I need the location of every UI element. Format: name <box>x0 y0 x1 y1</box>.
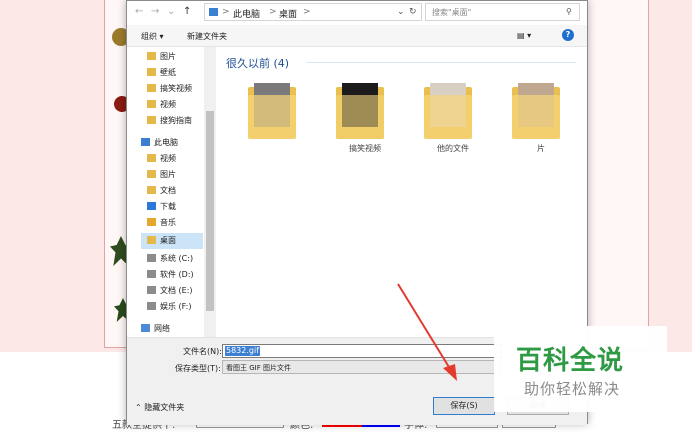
hide-folders-label: 隐藏文件夹 <box>144 403 185 412</box>
drive-icon <box>147 302 156 310</box>
organize-button[interactable]: 组织 ▾ <box>141 31 164 42</box>
search-input[interactable]: 搜索"桌面" ⚲ <box>425 3 580 21</box>
file-list-pane: 很久以前 (4) 搞笑视频 他的文件 片 <box>218 47 587 337</box>
nav-item-desktop[interactable]: 桌面 <box>141 233 203 249</box>
filetype-select[interactable]: 看图王 GIF 图片文件 <box>222 360 502 374</box>
breadcrumb-separator: > <box>303 7 311 17</box>
folder-icon <box>147 100 156 108</box>
group-divider <box>306 62 576 63</box>
network-icon <box>141 324 150 332</box>
folder-icon <box>147 154 156 162</box>
music-icon <box>147 218 156 226</box>
folder-tile[interactable]: 片 <box>512 81 568 161</box>
filetype-label: 保存类型(T): <box>175 364 221 373</box>
nav-item-drive-c[interactable]: 系统 (C:) <box>147 251 193 267</box>
drive-icon <box>147 254 156 262</box>
folder-icon <box>147 116 156 124</box>
nav-item-documents[interactable]: 文档 <box>147 183 176 199</box>
breadcrumb-this-pc[interactable]: 此电脑 <box>233 7 260 20</box>
folder-label: 他的文件 <box>437 144 469 153</box>
watermark-logo: 百科全说 助你轻松解决 <box>494 326 667 412</box>
nav-item-network[interactable]: 网络 <box>141 321 170 337</box>
nav-item-pictures-pc[interactable]: 图片 <box>147 167 176 183</box>
nav-item-wallpaper[interactable]: 壁纸 <box>147 65 176 81</box>
folder-tile[interactable]: 搞笑视频 <box>336 81 392 161</box>
recent-dropdown-icon[interactable]: ⌄ <box>167 6 175 17</box>
save-button[interactable]: 保存(S) <box>433 397 495 415</box>
nav-item-videos[interactable]: 视频 <box>147 97 176 113</box>
filetype-value: 看图王 GIF 图片文件 <box>226 364 291 372</box>
nav-item-drive-e[interactable]: 文档 (E:) <box>147 283 193 299</box>
address-row: ← → ⌄ ↑ > 此电脑 > 桌面 > ⌄ ↻ 搜索"桌面" ⚲ <box>127 1 587 25</box>
address-bar[interactable]: > 此电脑 > 桌面 > ⌄ ↻ <box>204 3 422 21</box>
folder-tile[interactable]: 他的文件 <box>424 81 480 161</box>
chevron-down-icon[interactable]: ⌄ <box>397 7 405 17</box>
drive-icon <box>147 286 156 294</box>
download-icon <box>147 202 156 210</box>
computer-icon <box>141 138 150 146</box>
nav-item-drive-d[interactable]: 软件 (D:) <box>147 267 194 283</box>
nav-item-videos-pc[interactable]: 视频 <box>147 151 176 167</box>
help-icon[interactable]: ? <box>562 29 574 41</box>
breadcrumb-desktop[interactable]: 桌面 <box>279 7 297 20</box>
folder-icon <box>147 84 156 92</box>
dialog-toolbar: 组织 ▾ 新建文件夹 ▤ ▾ ? <box>127 25 587 47</box>
watermark-title: 百科全说 <box>516 346 625 376</box>
up-arrow-icon[interactable]: ↑ <box>183 6 191 17</box>
navigation-pane: 图片 壁纸 搞笑视频 视频 搜狗指南 此电脑 视频 图片 文档 下载 音乐 桌面… <box>127 47 217 337</box>
filename-input[interactable]: 5832.gif <box>222 344 502 358</box>
watermark-subtitle: 助你轻松解决 <box>524 380 621 398</box>
drive-icon <box>147 270 156 278</box>
nav-item-drive-f[interactable]: 娱乐 (F:) <box>147 299 191 315</box>
nav-item-pictures[interactable]: 图片 <box>147 49 176 65</box>
breadcrumb-separator: > <box>222 7 230 17</box>
nav-item-sogou-guide[interactable]: 搜狗指南 <box>147 113 192 129</box>
breadcrumb-separator: > <box>269 7 277 17</box>
folder-icon <box>147 68 156 76</box>
folder-icon <box>147 186 156 194</box>
folder-label: 片 <box>537 144 545 153</box>
group-header[interactable]: 很久以前 (4) <box>226 55 289 71</box>
refresh-icon[interactable]: ↻ <box>409 7 417 17</box>
folder-icon <box>147 170 156 178</box>
nav-scrollbar-thumb[interactable] <box>206 111 214 311</box>
nav-item-this-pc[interactable]: 此电脑 <box>141 135 178 151</box>
folder-location-icon <box>209 8 218 16</box>
view-options-button[interactable]: ▤ ▾ <box>517 31 531 40</box>
folder-icon <box>147 52 156 60</box>
search-icon[interactable]: ⚲ <box>566 7 572 16</box>
hide-folders-toggle[interactable]: ⌃ 隐藏文件夹 <box>135 402 184 413</box>
folder-icon <box>147 236 156 244</box>
folder-label: 搞笑视频 <box>349 144 381 153</box>
folder-tile[interactable] <box>248 81 304 161</box>
filename-label: 文件名(N): <box>183 347 222 356</box>
nav-item-downloads[interactable]: 下载 <box>147 199 176 215</box>
filename-value: 5832.gif <box>225 346 261 356</box>
back-arrow-icon[interactable]: ← <box>135 6 143 17</box>
new-folder-button[interactable]: 新建文件夹 <box>187 31 227 42</box>
nav-item-music[interactable]: 音乐 <box>147 215 176 231</box>
search-placeholder: 搜索"桌面" <box>432 8 472 17</box>
forward-arrow-icon[interactable]: → <box>151 6 159 17</box>
nav-item-funny-videos[interactable]: 搞笑视频 <box>147 81 192 97</box>
